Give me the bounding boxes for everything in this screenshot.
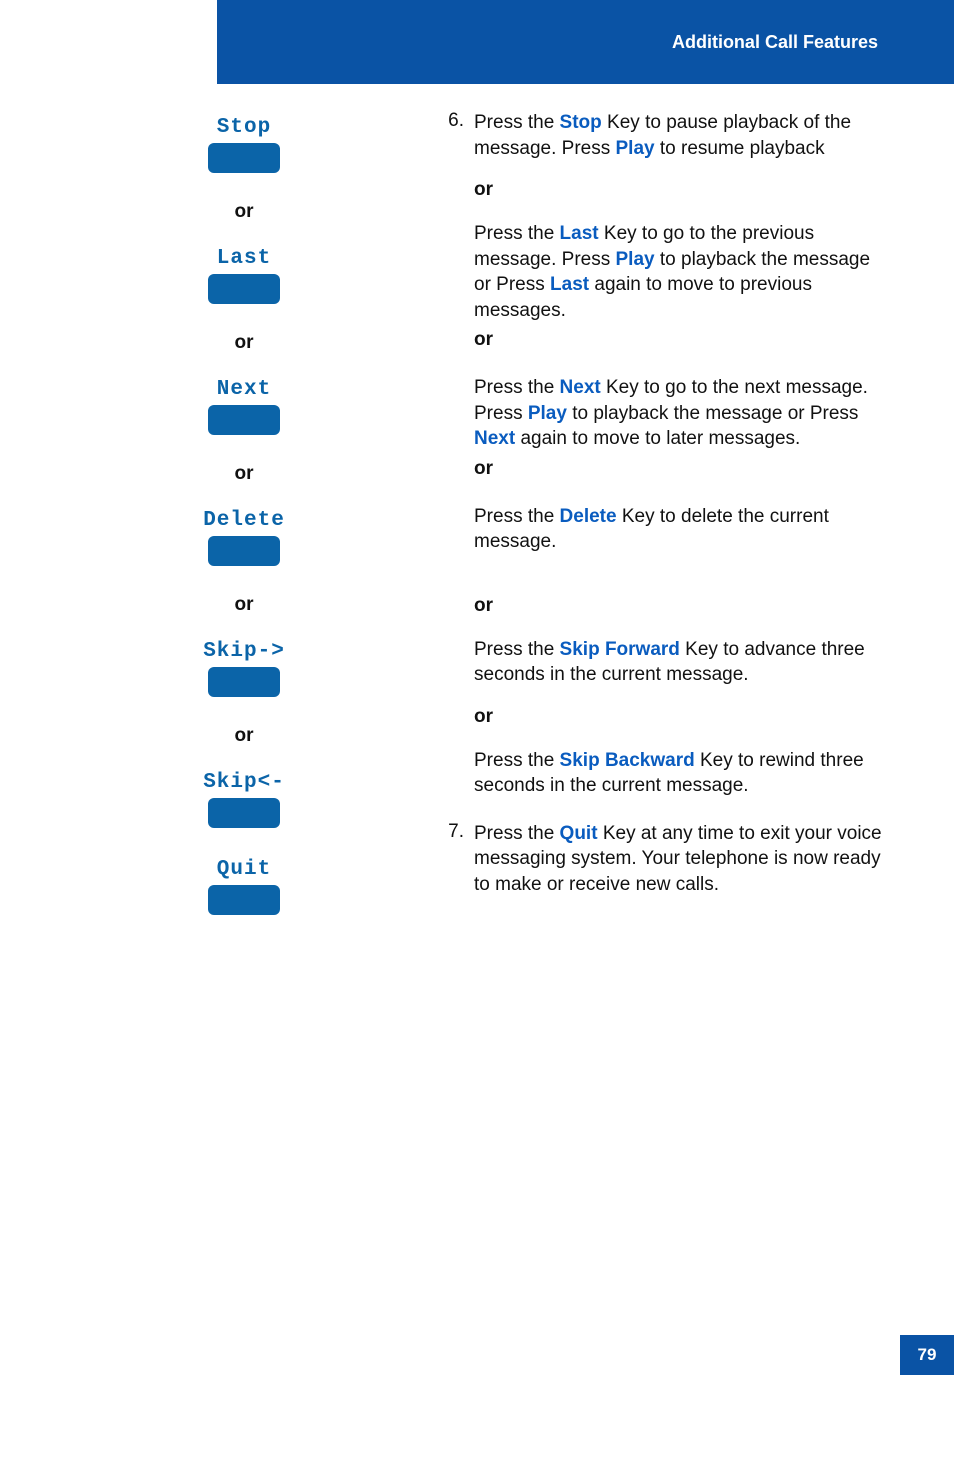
softkey-skip-backward-label: Skip<-	[203, 771, 285, 794]
keyword-play: Play	[616, 249, 655, 270]
softkey-quit[interactable]: Quit	[208, 858, 280, 915]
or-inline: or	[474, 458, 493, 479]
softkey-button-icon	[208, 885, 280, 915]
page: Additional Call Features Stop or Last or…	[0, 0, 954, 1475]
keyword-skip-backward: Skip Backward	[560, 750, 695, 771]
or-separator: or	[235, 201, 254, 223]
step-body: Press the Quit Key at any time to exit y…	[474, 821, 882, 898]
keyword-skip-forward: Skip Forward	[560, 639, 680, 660]
text: to playback the message or Press	[567, 403, 858, 424]
softkey-button-icon	[208, 667, 280, 697]
step-6: 6. Press the Stop Key to pause playback …	[428, 110, 882, 803]
softkey-button-icon	[208, 798, 280, 828]
or-separator: or	[235, 725, 254, 747]
softkey-last-label: Last	[217, 247, 271, 270]
softkey-skip-forward-label: Skip->	[203, 640, 285, 663]
softkey-column: Stop or Last or Next or Delete	[0, 110, 428, 915]
softkey-delete[interactable]: Delete	[203, 509, 285, 566]
softkey-button-icon	[208, 536, 280, 566]
softkey-skip-backward[interactable]: Skip<-	[203, 771, 285, 828]
instructions-column: 6. Press the Stop Key to pause playback …	[428, 110, 954, 902]
text: to resume playback	[655, 138, 825, 159]
keyword-quit: Quit	[560, 823, 598, 844]
or-separator: or	[235, 594, 254, 616]
keyword-next: Next	[560, 377, 601, 398]
step-number: 6.	[428, 110, 474, 803]
step-body: Press the Stop Key to pause playback of …	[474, 110, 882, 803]
softkey-button-icon	[208, 143, 280, 173]
softkey-stop-label: Stop	[217, 116, 271, 139]
text: Press the	[474, 639, 560, 660]
softkey-stop[interactable]: Stop	[208, 116, 280, 173]
text: Press the	[474, 506, 560, 527]
softkey-next-label: Next	[217, 378, 271, 401]
keyword-next: Next	[474, 428, 515, 449]
softkey-skip-forward[interactable]: Skip->	[203, 640, 285, 697]
keyword-delete: Delete	[560, 506, 617, 527]
text: Press the	[474, 223, 560, 244]
page-number: 79	[900, 1335, 954, 1375]
step-number: 7.	[428, 821, 474, 898]
or-separator: or	[474, 177, 882, 203]
section-title: Additional Call Features	[672, 32, 878, 53]
softkey-next[interactable]: Next	[208, 378, 280, 435]
keyword-stop: Stop	[560, 112, 602, 133]
or-separator: or	[474, 704, 882, 730]
softkey-button-icon	[208, 405, 280, 435]
step-7: 7. Press the Quit Key at any time to exi…	[428, 821, 882, 898]
text: Press the	[474, 750, 560, 771]
text: Press the	[474, 377, 560, 398]
keyword-play: Play	[528, 403, 567, 424]
section-header: Additional Call Features	[217, 0, 954, 84]
text: again to move to later messages.	[515, 428, 800, 449]
or-inline: or	[474, 329, 493, 350]
content: Stop or Last or Next or Delete	[0, 110, 954, 915]
text: Press the	[474, 823, 560, 844]
keyword-play: Play	[616, 138, 655, 159]
keyword-last: Last	[550, 274, 589, 295]
softkey-button-icon	[208, 274, 280, 304]
keyword-last: Last	[560, 223, 599, 244]
or-separator: or	[474, 593, 882, 619]
softkey-delete-label: Delete	[203, 509, 285, 532]
or-separator: or	[235, 332, 254, 354]
softkey-last[interactable]: Last	[208, 247, 280, 304]
text: Press the	[474, 112, 560, 133]
or-separator: or	[235, 463, 254, 485]
softkey-quit-label: Quit	[217, 858, 271, 881]
